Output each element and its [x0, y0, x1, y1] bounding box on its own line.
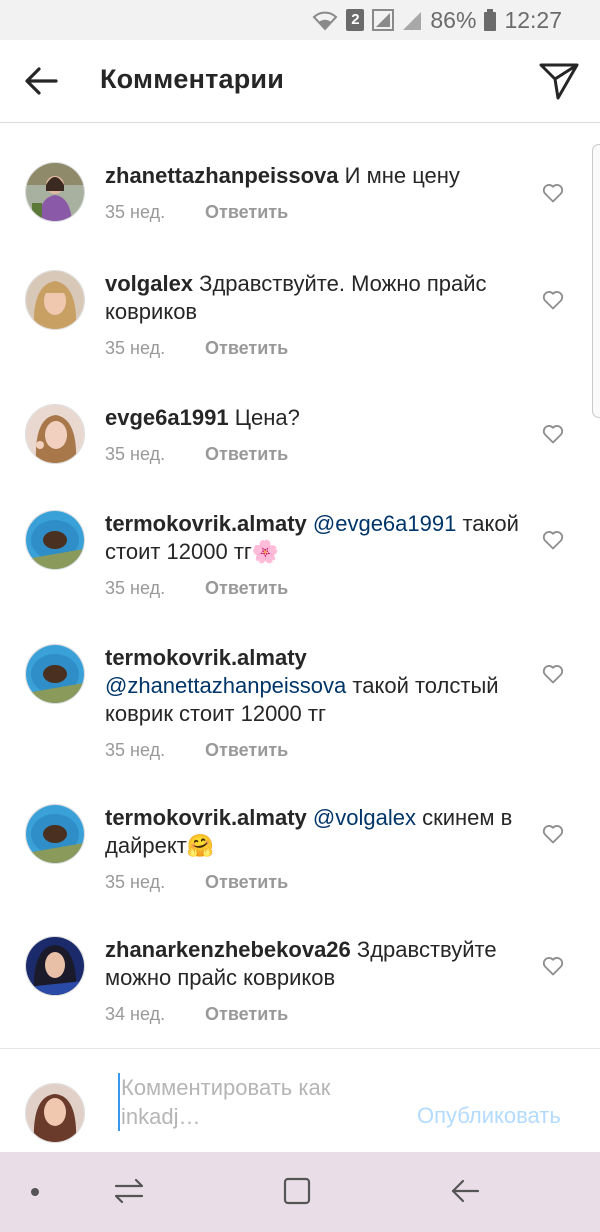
comment-mention[interactable]: @volgalex	[313, 805, 416, 830]
publish-button[interactable]: Опубликовать	[417, 1103, 561, 1129]
like-heart-icon[interactable]	[542, 664, 564, 684]
comment-username[interactable]: termokovrik.almaty	[105, 805, 307, 830]
nav-dot-icon[interactable]	[30, 1187, 40, 1197]
comment-username[interactable]: evge6a1991	[105, 405, 229, 430]
comments-list[interactable]: zhanettazhanpeissova И мне цену 35 нед. О…	[0, 122, 600, 1048]
reply-button[interactable]: Ответить	[205, 740, 288, 760]
back-arrow-icon[interactable]	[22, 62, 60, 100]
reply-button[interactable]: Ответить	[205, 444, 288, 464]
app-header: Комментарии	[0, 40, 600, 123]
avatar[interactable]	[25, 162, 85, 222]
home-icon[interactable]	[282, 1176, 312, 1206]
comment-body: termokovrik.almaty @evge6a1991 такой сто…	[105, 510, 520, 600]
like-heart-icon[interactable]	[542, 290, 564, 310]
avatar[interactable]	[25, 270, 85, 330]
page-title: Комментарии	[100, 64, 285, 94]
status-icons: 2 86% 12:27	[312, 6, 562, 34]
comment-meta: 35 нед. Ответить	[105, 338, 520, 360]
comment-body: termokovrik.almaty @volgalex скинем в да…	[105, 804, 520, 894]
comment-mention[interactable]: @evge6a1991	[313, 511, 456, 536]
comment-input[interactable]: Комментировать как inkadj…	[118, 1073, 401, 1131]
comment-username[interactable]: volgalex	[105, 271, 193, 296]
comment-message: И мне цену	[344, 163, 460, 188]
like-heart-icon[interactable]	[542, 824, 564, 844]
comment-composer: Комментировать как inkadj… Опубликовать	[0, 1048, 600, 1153]
comment-meta: 35 нед. Ответить	[105, 202, 520, 224]
clock: 12:27	[504, 6, 562, 33]
direct-share-icon[interactable]	[538, 60, 580, 102]
comment-meta: 34 нед. Ответить	[105, 1004, 520, 1026]
instagram-comments-screen: 2 86% 12:27 Комментарии zhanettazhanpeis…	[0, 0, 600, 1232]
comment-body: zhanettazhanpeissova И мне цену 35 нед. О…	[105, 162, 520, 224]
avatar[interactable]	[25, 510, 85, 570]
reply-button[interactable]: Ответить	[205, 578, 288, 598]
comment-text: zhanarkenzhebekova26 Здравствуйте можно …	[105, 936, 520, 992]
like-heart-icon[interactable]	[542, 183, 564, 203]
comment-time: 35 нед.	[105, 872, 166, 892]
back-nav-icon[interactable]	[450, 1176, 480, 1206]
comment-mention[interactable]: @zhanettazhanpeissova	[105, 673, 346, 698]
comment-text: volgalex Здравствуйте. Можно прайс коври…	[105, 270, 520, 326]
like-heart-icon[interactable]	[542, 424, 564, 444]
recent-apps-icon[interactable]	[114, 1176, 144, 1206]
comment-body: volgalex Здравствуйте. Можно прайс коври…	[105, 270, 520, 360]
avatar[interactable]	[25, 804, 85, 864]
status-bar: 2 86% 12:27	[0, 0, 600, 40]
comment-text: termokovrik.almaty @evge6a1991 такой сто…	[105, 510, 520, 566]
comment-meta: 35 нед. Ответить	[105, 578, 520, 600]
comment-username[interactable]: termokovrik.almaty	[105, 511, 307, 536]
avatar[interactable]	[25, 644, 85, 704]
comment-text: evge6a1991 Цена?	[105, 404, 520, 432]
my-avatar	[25, 1083, 85, 1143]
reply-button[interactable]: Ответить	[205, 338, 288, 358]
avatar[interactable]	[25, 936, 85, 996]
reply-button[interactable]: Ответить	[205, 202, 288, 222]
comment-username[interactable]: zhanettazhanpeissova	[105, 163, 339, 188]
comment-time: 34 нед.	[105, 1004, 166, 1024]
like-heart-icon[interactable]	[542, 956, 564, 976]
comment-meta: 35 нед. Ответить	[105, 872, 520, 894]
battery-percent: 86%	[430, 6, 477, 33]
comment-body: termokovrik.almaty @zhanettazhanpeissova …	[105, 644, 520, 762]
comment-username[interactable]: zhanarkenzhebekova26	[105, 937, 351, 962]
wifi-icon	[312, 11, 338, 31]
comment-time: 35 нед.	[105, 202, 166, 222]
comment-text: zhanettazhanpeissova И мне цену	[105, 162, 520, 190]
comment-time: 35 нед.	[105, 578, 166, 598]
comment-text: termokovrik.almaty @zhanettazhanpeissova …	[105, 644, 520, 728]
battery-icon	[484, 9, 497, 31]
comment-time: 35 нед.	[105, 444, 166, 464]
comment-time: 35 нед.	[105, 338, 166, 358]
like-heart-icon[interactable]	[542, 530, 564, 550]
comment-meta: 35 нед. Ответить	[105, 740, 520, 762]
reply-button[interactable]: Ответить	[205, 1004, 288, 1024]
comment-message: Цена?	[234, 405, 300, 430]
comment-body: zhanarkenzhebekova26 Здравствуйте можно …	[105, 936, 520, 1026]
sim-badge: 2	[346, 9, 365, 31]
signal-icon	[403, 12, 422, 30]
reply-button[interactable]: Ответить	[205, 872, 288, 892]
system-nav-bar	[0, 1152, 600, 1232]
comment-body: evge6a1991 Цена? 35 нед. Ответить	[105, 404, 520, 466]
comment-text: termokovrik.almaty @volgalex скинем в да…	[105, 804, 520, 860]
signal-outline-icon	[372, 9, 395, 31]
comment-time: 35 нед.	[105, 740, 166, 760]
scrollbar[interactable]	[592, 144, 600, 418]
avatar[interactable]	[25, 404, 85, 464]
comment-username[interactable]: termokovrik.almaty	[105, 645, 307, 670]
comment-meta: 35 нед. Ответить	[105, 444, 520, 466]
